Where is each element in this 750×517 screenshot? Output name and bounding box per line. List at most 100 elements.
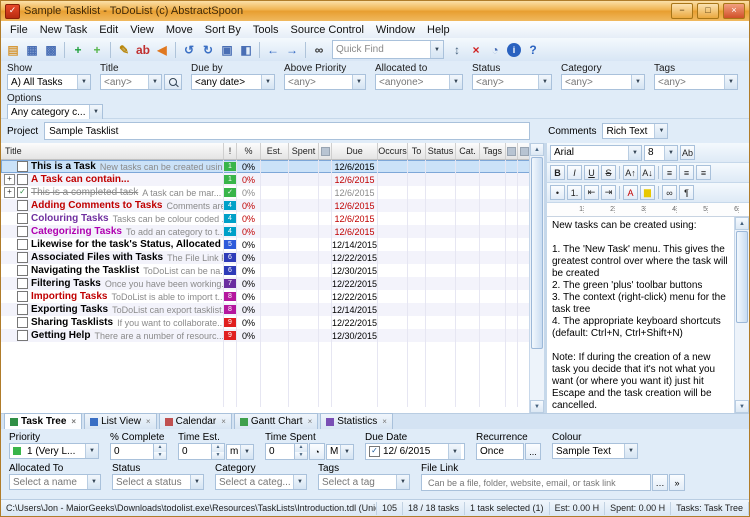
menu-item-source-control[interactable]: Source Control (285, 23, 370, 37)
task-row[interactable]: Likewise for the task's Status, Allocate… (1, 238, 544, 251)
filter-tags-combo[interactable]: <any> ▼ (654, 74, 738, 90)
task-checkbox[interactable] (17, 200, 28, 211)
task-checkbox[interactable] (17, 239, 28, 250)
scroll-up-icon[interactable]: ▲ (735, 217, 749, 230)
find-tasks-icon[interactable]: ∞ (310, 41, 328, 59)
highlight-button[interactable]: ▆ (640, 185, 655, 200)
filter-show-combo[interactable]: A) All Tasks ▼ (7, 74, 91, 90)
new-subtask-icon[interactable]: + (88, 41, 106, 59)
restore-button[interactable]: □ (697, 3, 719, 19)
new-task-icon[interactable]: + (69, 41, 87, 59)
project-input[interactable]: Sample Tasklist (44, 122, 530, 140)
task-row[interactable]: +A Task can contain...10%12/6/2015 (1, 173, 544, 186)
task-scrollbar[interactable]: ▲ ▼ (529, 143, 544, 413)
allocated-to-combo[interactable]: Select a name ▼ (9, 474, 101, 490)
task-checkbox[interactable] (17, 265, 28, 276)
column-header-spent[interactable]: Spent (289, 143, 319, 159)
task-checkbox[interactable] (17, 304, 28, 315)
column-header-status[interactable]: Status (426, 143, 456, 159)
filter-above-priority-combo[interactable]: <any> ▼ (284, 74, 366, 90)
underline-button[interactable]: U (584, 165, 599, 180)
menu-item-sort-by[interactable]: Sort By (199, 23, 247, 37)
undo-icon[interactable]: ↺ (180, 41, 198, 59)
close-button[interactable]: × (723, 3, 745, 19)
delete-task-icon[interactable]: × (467, 41, 485, 59)
time-spent-input[interactable]: 0 (265, 443, 295, 460)
shrink-font-button[interactable]: A↓ (640, 165, 655, 180)
close-icon[interactable]: × (146, 417, 151, 426)
file-link-input[interactable]: Can be a file, folder, website, email, o… (421, 474, 651, 491)
scroll-down-icon[interactable]: ▼ (530, 400, 544, 413)
task-row[interactable]: Getting HelpThere are a number of resour… (1, 329, 544, 342)
task-checkbox[interactable] (17, 226, 28, 237)
open-link-icon[interactable]: » (669, 474, 685, 491)
browse-file-icon[interactable]: … (652, 474, 668, 491)
column-header--[interactable]: % (237, 143, 261, 159)
bullet-list-button[interactable]: • (550, 185, 565, 200)
task-row[interactable]: This is a TaskNew tasks can be created u… (1, 160, 544, 173)
filter-category-combo[interactable]: <any> ▼ (561, 74, 645, 90)
new-tasklist-icon[interactable]: ▤ (4, 41, 22, 59)
scroll-thumb[interactable] (531, 157, 543, 349)
due-date-checkbox[interactable]: ✓ (369, 446, 380, 457)
font-family-combo[interactable]: Arial ▼ (550, 145, 642, 161)
expand-icon[interactable]: + (4, 174, 15, 185)
task-checkbox[interactable] (17, 317, 28, 328)
menu-item-move[interactable]: Move (160, 23, 199, 37)
tab-calendar[interactable]: Calendar× (159, 413, 232, 429)
maximize-comments-icon[interactable]: ◧ (237, 41, 255, 59)
calendar-dropdown-icon[interactable]: ▼ (448, 444, 461, 459)
numbered-list-button[interactable]: 1. (567, 185, 582, 200)
category-combo[interactable]: Select a categ... ▼ (215, 474, 307, 490)
scroll-thumb[interactable] (736, 231, 748, 323)
column-header-tags[interactable]: Tags (480, 143, 506, 159)
align-center-button[interactable]: ≡ (679, 165, 694, 180)
next-task-icon[interactable]: → (283, 41, 301, 59)
tags-combo[interactable]: Select a tag ▼ (318, 474, 410, 490)
column-header-icon[interactable] (506, 143, 518, 159)
task-row[interactable]: Categorizing TasksTo add an category to … (1, 225, 544, 238)
info-icon[interactable]: i (507, 43, 521, 57)
menu-item-edit[interactable]: Edit (93, 23, 124, 37)
column-header-est-[interactable]: Est. (261, 143, 289, 159)
spellcheck-icon[interactable]: ab (134, 41, 152, 59)
filter-due-by-combo[interactable]: <any date> ▼ (191, 74, 275, 90)
filter-options-combo[interactable]: Any category c... ▼ (7, 104, 103, 120)
italic-button[interactable]: I (567, 165, 582, 180)
title-search-button[interactable] (164, 74, 182, 90)
edit-task-icon[interactable]: ✎ (115, 41, 133, 59)
timer-icon[interactable]: ◔ (486, 41, 504, 59)
close-icon[interactable]: × (221, 417, 226, 426)
scroll-down-icon[interactable]: ▼ (735, 400, 749, 413)
clock-icon[interactable]: ◔ (309, 443, 325, 460)
bold-button[interactable]: B (550, 165, 565, 180)
percent-input[interactable]: 0 (110, 443, 154, 460)
task-checkbox[interactable] (17, 291, 28, 302)
task-checkbox[interactable] (17, 330, 28, 341)
menu-item-tools[interactable]: Tools (247, 23, 285, 37)
sort-icon[interactable]: ↕ (448, 41, 466, 59)
column-header-cat-[interactable]: Cat. (456, 143, 480, 159)
task-checkbox[interactable] (17, 174, 28, 185)
menu-item-window[interactable]: Window (370, 23, 421, 37)
change-case-button[interactable]: Ab (680, 145, 695, 160)
close-icon[interactable]: × (71, 417, 76, 426)
task-checkbox[interactable] (17, 213, 28, 224)
column-header--[interactable]: ! (224, 143, 237, 159)
task-checkbox[interactable] (17, 161, 28, 172)
redo-icon[interactable]: ↻ (199, 41, 217, 59)
outdent-button[interactable]: ⇤ (584, 185, 599, 200)
task-row[interactable]: Exporting TasksToDoList can export taskl… (1, 303, 544, 316)
time-spent-unit-combo[interactable]: M ▼ (326, 444, 354, 460)
task-row[interactable]: +✓This is a completed taskA task can be … (1, 186, 544, 199)
task-row[interactable]: Sharing TasklistsIf you want to collabor… (1, 316, 544, 329)
status-combo[interactable]: Select a status ▼ (112, 474, 204, 490)
tab-statistics[interactable]: Statistics× (320, 413, 393, 429)
task-row[interactable]: Navigating the TasklistToDoList can be n… (1, 264, 544, 277)
task-checkbox[interactable] (17, 252, 28, 263)
quick-find-combo[interactable]: Quick Find▼ (332, 40, 444, 59)
filter-status-combo[interactable]: <any> ▼ (472, 74, 552, 90)
menu-item-new-task[interactable]: New Task (34, 23, 93, 37)
recurrence-more-button[interactable]: ... (525, 443, 541, 460)
tab-task-tree[interactable]: Task Tree× (4, 413, 82, 429)
